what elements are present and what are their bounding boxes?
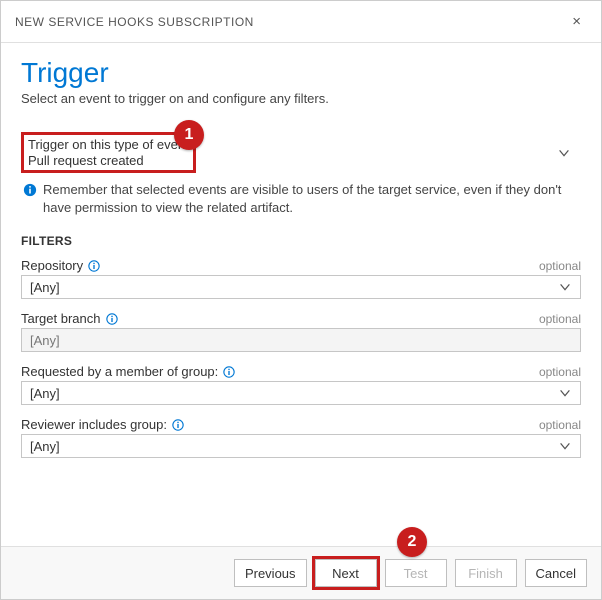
optional-label: optional bbox=[539, 365, 581, 379]
filter-label: Repository bbox=[21, 258, 83, 273]
cancel-button[interactable]: Cancel bbox=[525, 559, 587, 587]
trigger-event-label: Trigger on this type of event bbox=[28, 137, 189, 152]
filter-requested-by-group-select[interactable]: [Any] bbox=[21, 381, 581, 405]
close-button[interactable]: × bbox=[566, 11, 587, 32]
test-button: Test bbox=[385, 559, 447, 587]
filter-label: Requested by a member of group: bbox=[21, 364, 218, 379]
filter-target-branch-select: [Any] bbox=[21, 328, 581, 352]
select-value: [Any] bbox=[30, 333, 60, 348]
trigger-event-highlight: Trigger on this type of event Pull reque… bbox=[21, 132, 196, 173]
select-value: [Any] bbox=[30, 280, 60, 295]
dialog-title: NEW SERVICE HOOKS SUBSCRIPTION bbox=[15, 15, 254, 29]
page-subtitle: Select an event to trigger on and config… bbox=[21, 91, 581, 106]
finish-button: Finish bbox=[455, 559, 517, 587]
filter-label: Reviewer includes group: bbox=[21, 417, 167, 432]
filter-label: Target branch bbox=[21, 311, 101, 326]
info-text: Remember that selected events are visibl… bbox=[43, 181, 579, 216]
info-icon bbox=[23, 183, 37, 197]
chevron-down-icon bbox=[558, 439, 572, 453]
optional-label: optional bbox=[539, 418, 581, 432]
filter-requested-by-group: Requested by a member of group: optional… bbox=[21, 364, 581, 405]
select-value: [Any] bbox=[30, 386, 60, 401]
trigger-event-select[interactable] bbox=[196, 132, 581, 173]
next-button[interactable]: Next bbox=[315, 559, 377, 587]
previous-button[interactable]: Previous bbox=[234, 559, 307, 587]
filter-target-branch: Target branch optional [Any] bbox=[21, 311, 581, 352]
callout-badge-2: 2 bbox=[397, 527, 427, 557]
optional-label: optional bbox=[539, 312, 581, 326]
filter-reviewer-group-select[interactable]: [Any] bbox=[21, 434, 581, 458]
dialog-header: NEW SERVICE HOOKS SUBSCRIPTION × bbox=[1, 1, 601, 43]
trigger-event-value: Pull request created bbox=[28, 153, 144, 168]
filters-heading: FILTERS bbox=[21, 234, 581, 248]
help-icon[interactable] bbox=[106, 313, 118, 325]
select-value: [Any] bbox=[30, 439, 60, 454]
filter-reviewer-group: Reviewer includes group: optional [Any] bbox=[21, 417, 581, 458]
info-message: Remember that selected events are visibl… bbox=[23, 181, 579, 216]
dialog-body: Trigger Select an event to trigger on an… bbox=[1, 43, 601, 546]
filter-repository: Repository optional [Any] bbox=[21, 258, 581, 299]
chevron-down-icon bbox=[557, 146, 571, 160]
callout-badge-1: 1 bbox=[174, 120, 204, 150]
page-title: Trigger bbox=[21, 57, 581, 89]
close-icon: × bbox=[572, 13, 581, 30]
help-icon[interactable] bbox=[223, 366, 235, 378]
help-icon[interactable] bbox=[88, 260, 100, 272]
chevron-down-icon bbox=[558, 386, 572, 400]
optional-label: optional bbox=[539, 259, 581, 273]
filter-repository-select[interactable]: [Any] bbox=[21, 275, 581, 299]
trigger-event-row: Trigger on this type of event Pull reque… bbox=[21, 132, 581, 173]
chevron-down-icon bbox=[558, 280, 572, 294]
help-icon[interactable] bbox=[172, 419, 184, 431]
dialog-footer: Previous Next Test Finish Cancel bbox=[1, 546, 601, 599]
